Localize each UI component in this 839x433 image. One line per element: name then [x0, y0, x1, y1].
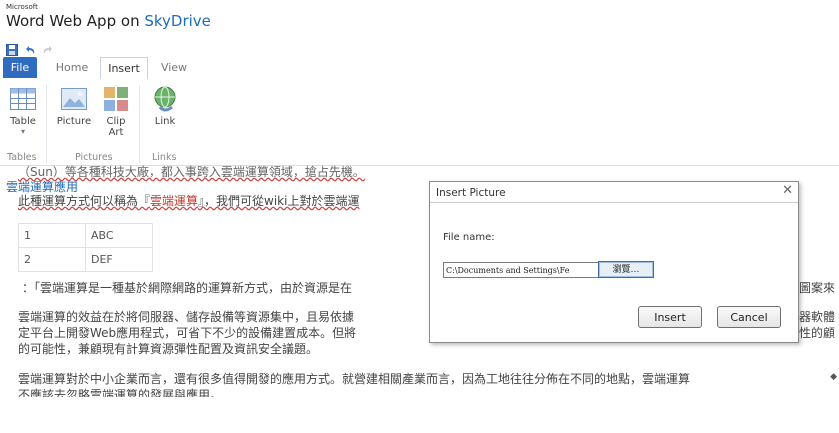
doc-line-4-end: 性的顧: [799, 326, 836, 340]
insert-table-button[interactable]: Table ▾: [6, 85, 40, 136]
insert-button[interactable]: Insert: [638, 306, 702, 328]
tab-insert[interactable]: Insert: [100, 57, 148, 80]
table-row: 1 ABC: [18, 223, 153, 248]
doc-line-5: 的可能性，兼顧現有計算資源彈性配置及資訊安全議題。: [18, 342, 319, 356]
doc-line-3: 雲端運算的效益在於將伺服器、儲存設備等資源集中，且易依據: [18, 310, 355, 324]
ribbon-tabs: File Home Insert View: [0, 57, 839, 80]
group-label-pictures: Pictures: [75, 152, 113, 163]
insert-link-button[interactable]: Link: [148, 85, 182, 127]
group-label-links: Links: [152, 152, 177, 163]
doc-line-0: （Sun）等各種科技大廠，都入事跨入雲端運算領域，搶占先機。: [18, 165, 365, 179]
globe-link-icon: [151, 85, 179, 113]
close-icon[interactable]: ✕: [782, 183, 793, 198]
doc-line-1-c: 』，我們可從wiki上對於雲端運: [198, 194, 360, 208]
browse-button[interactable]: 瀏覽…: [598, 261, 654, 278]
insert-clipart-label-1: Clip: [106, 116, 126, 127]
doc-line-2: ：「雲端運算是一種基於網際網路的運算新方式，由於資源是在: [22, 281, 353, 295]
insert-picture-dialog: Insert Picture ✕ File name: C:\Documents…: [429, 181, 799, 343]
table-cell[interactable]: ABC: [85, 223, 153, 248]
insert-picture-button[interactable]: Picture: [55, 85, 93, 127]
vendor-label: Microsoft: [6, 3, 38, 11]
table-cell[interactable]: 1: [18, 223, 86, 248]
table-cell[interactable]: DEF: [85, 247, 153, 272]
doc-line-1-a: 此種運算方式何以稱為『: [18, 194, 151, 208]
doc-line-7: 不應該去忽略雲端運算的發展與應用。: [18, 388, 223, 397]
doc-line-2-end: 圖案來: [799, 281, 836, 295]
tab-view[interactable]: View: [154, 57, 194, 78]
tab-home[interactable]: Home: [50, 57, 94, 78]
redo-icon[interactable]: [42, 41, 54, 54]
picture-icon: [60, 85, 88, 113]
chevron-down-icon: ▾: [20, 127, 25, 136]
file-name-label: File name:: [443, 232, 495, 243]
group-separator: [46, 85, 47, 163]
table-row: 2 DEF: [18, 247, 153, 272]
file-name-input[interactable]: C:\Documents and Settings\Fe: [443, 262, 623, 278]
cancel-button[interactable]: Cancel: [717, 306, 781, 328]
doc-line-6: 雲端運算對於中小企業而言，還有很多值得開發的應用方式。就營建相關產業而言，因為工…: [18, 372, 691, 386]
doc-line-3-end: 器軟體: [799, 310, 836, 324]
clipart-icon: [102, 85, 130, 113]
scroll-indicator: ◆: [830, 372, 837, 382]
save-icon[interactable]: [6, 41, 18, 56]
insert-picture-label: Picture: [56, 116, 92, 127]
doc-line-1-b: 雲端運算: [150, 194, 199, 208]
ribbon-insert: Table ▾ Picture Clip Art Link Tables Pic…: [0, 79, 839, 166]
insert-clipart-label-2: Art: [108, 127, 124, 138]
group-separator: [139, 85, 140, 163]
app-title: Word Web App 雲端運算應用 on SkyDrive: [6, 12, 211, 194]
group-label-tables: Tables: [7, 152, 37, 163]
table-icon: [9, 85, 37, 113]
insert-table-label: Table: [10, 116, 36, 127]
quick-access-toolbar: [6, 40, 54, 56]
document-table[interactable]: 1 ABC 2 DEF: [18, 223, 153, 272]
undo-icon[interactable]: [24, 41, 36, 54]
insert-link-label: Link: [154, 116, 176, 127]
app-name: Word Web App: [6, 12, 117, 30]
insert-clipart-button[interactable]: Clip Art: [99, 85, 133, 138]
app-on-label: on: [120, 12, 140, 30]
doc-line-1: 此種運算方式何以稱為『雲端運算』，我們可從wiki上對於雲端運: [18, 192, 359, 209]
tab-file[interactable]: File: [3, 57, 37, 78]
skydrive-link[interactable]: SkyDrive: [144, 12, 211, 30]
table-cell[interactable]: 2: [18, 247, 86, 272]
dialog-title: Insert Picture: [436, 187, 506, 199]
title-bar: Microsoft Word Web App 雲端運算應用 on SkyDriv…: [0, 0, 839, 194]
doc-line-4: 定平台上開發Web應用程式，可省下不少的設備建置成本。但將: [18, 326, 357, 340]
dialog-divider: [430, 202, 798, 203]
